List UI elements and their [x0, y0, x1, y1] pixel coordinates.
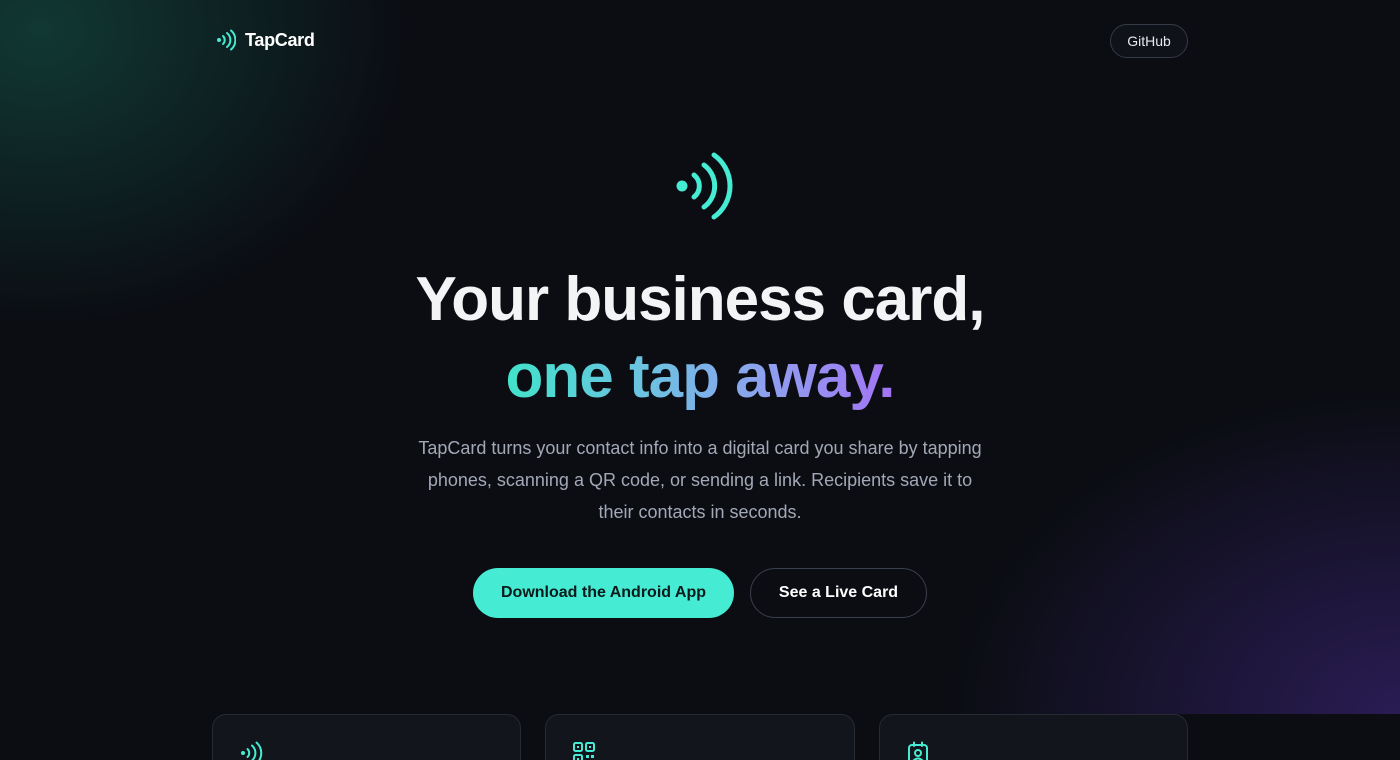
qr-code-icon	[573, 742, 595, 760]
hero-headline-accent-text: one tap away.	[505, 342, 896, 411]
nfc-waves-icon	[676, 152, 733, 220]
contact-badge-icon	[908, 741, 928, 760]
feature-card-contacts	[879, 714, 1188, 760]
see-live-card-button[interactable]: See a Live Card	[750, 568, 927, 618]
hero-subtitle: TapCard turns your contact info into a d…	[418, 438, 982, 522]
github-button[interactable]: GitHub	[1110, 24, 1188, 58]
landing-page: TapCard GitHub Your business card, one t…	[0, 0, 1400, 760]
brand-logo-link[interactable]: TapCard	[216, 29, 315, 51]
feature-card-tap	[212, 714, 521, 760]
download-android-app-button[interactable]: Download the Android App	[473, 568, 734, 618]
hero-headline: Your business card,	[415, 265, 985, 334]
nfc-waves-icon	[217, 29, 236, 51]
feature-card-qr	[545, 714, 855, 760]
brand-name: TapCard	[245, 29, 315, 50]
nfc-waves-icon	[241, 741, 263, 760]
hero-headline-accent: one tap away.	[0, 339, 1400, 415]
